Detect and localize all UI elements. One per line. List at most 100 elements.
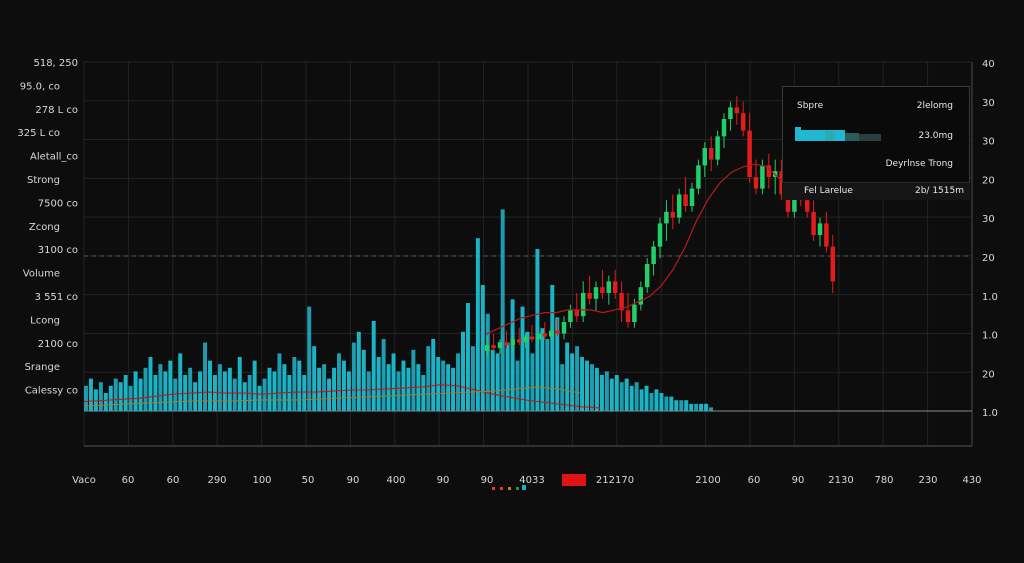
volume-bar	[644, 385, 649, 411]
right-axis-label: 1.0	[982, 331, 998, 342]
bottom-axis-label: Vaco	[72, 475, 96, 486]
volume-bar	[361, 349, 366, 411]
volume-bar	[277, 353, 282, 411]
bottom-axis-label: 60	[167, 475, 180, 486]
volume-bar	[356, 331, 361, 411]
info-footer-value: 2b/ 1515m	[914, 186, 964, 196]
volume-bar	[530, 353, 535, 411]
candle	[824, 211, 829, 253]
volume-bar	[341, 360, 346, 411]
candle	[651, 240, 656, 276]
bottom-axis-label: 60	[122, 475, 135, 486]
volume-bar	[510, 299, 515, 411]
volume-bar	[143, 367, 148, 411]
legend-marker-red-1	[492, 487, 495, 490]
volume-bar	[470, 346, 475, 411]
left-axis-label: Srange	[25, 362, 60, 373]
candle	[676, 188, 682, 224]
info-value-2: 23.0mg	[918, 131, 953, 141]
volume-bar	[332, 367, 336, 411]
candle	[625, 293, 631, 328]
left-axis-label: Calessy co	[25, 386, 78, 397]
volume-bar	[292, 357, 297, 411]
bottom-axis-label: 60	[748, 475, 761, 486]
volume-bar	[441, 360, 446, 411]
bottom-axis-label: 290	[207, 475, 226, 486]
left-axis-label: 3 551 co	[35, 292, 78, 303]
volume-bar	[475, 238, 480, 411]
volume-bar	[84, 385, 88, 411]
candle	[747, 113, 752, 183]
volume-bar	[451, 367, 456, 411]
volume-bar	[659, 393, 664, 411]
volume-bar	[495, 353, 500, 411]
right-axis-label: 1.0	[982, 408, 998, 419]
volume-bar	[461, 331, 465, 411]
volume-bar	[222, 371, 227, 411]
legend-marker-cyan	[522, 485, 526, 490]
volume-bar	[699, 403, 704, 411]
bottom-axis-label: 90	[437, 475, 450, 486]
volume-bar	[654, 389, 659, 411]
volume-bar	[237, 357, 242, 411]
volume-bar	[113, 378, 118, 411]
volume-bar	[153, 375, 158, 411]
left-axis-label: Strong	[27, 175, 60, 186]
volume-bar	[550, 285, 555, 411]
volume-bar	[302, 375, 307, 411]
volume-bar	[376, 357, 381, 411]
volume-bar	[426, 346, 431, 411]
candle	[734, 95, 740, 125]
candle	[587, 275, 592, 305]
volume-bar	[188, 367, 193, 411]
chart-stage: 518, 250 95.0, co 278 L co 325 L co Aletall_…	[0, 0, 1024, 559]
volume-bar	[282, 364, 287, 411]
bottom-axis-label: 4033	[519, 475, 544, 486]
volume-bar	[436, 357, 441, 411]
volume-bar	[619, 382, 624, 411]
volume-bars	[84, 209, 714, 411]
volume-bar	[108, 385, 113, 411]
volume-bar	[391, 353, 396, 411]
volume-bar	[118, 382, 123, 411]
volume-bar	[490, 349, 495, 411]
left-axis-label: Zcong	[29, 222, 60, 233]
volume-bar	[232, 378, 237, 411]
volume-bar	[684, 400, 689, 411]
volume-bar	[446, 364, 451, 411]
volume-bar	[624, 378, 629, 411]
volume-bar	[327, 378, 332, 411]
volume-bar	[396, 371, 401, 411]
bottom-axis-label: 430	[962, 475, 981, 486]
volume-bar	[704, 403, 709, 411]
info-mini-histogram	[795, 127, 883, 141]
left-axis-label: 518, 250	[33, 58, 78, 69]
candle	[574, 293, 580, 322]
bottom-axis-label: 90	[792, 475, 805, 486]
volume-bar	[599, 375, 604, 411]
candle	[728, 101, 733, 131]
bottom-axis-label: 90	[347, 475, 360, 486]
candle	[740, 101, 746, 137]
info-caption: Deyrlnse Trong	[885, 159, 953, 169]
volume-bar	[173, 378, 178, 411]
volume-bar	[540, 328, 545, 411]
left-axis-label: 95.0, co	[20, 81, 60, 92]
volume-bar	[158, 364, 163, 411]
right-axis-label: 20	[982, 369, 995, 380]
volume-bar	[138, 378, 143, 411]
volume-bar	[614, 375, 619, 411]
bottom-axis-label: 100	[252, 475, 271, 486]
candle	[689, 182, 695, 212]
candle	[664, 200, 669, 241]
legend-marker-orange	[508, 487, 511, 490]
volume-bar	[520, 306, 525, 411]
candle	[702, 142, 708, 177]
volume-bar	[386, 364, 391, 411]
right-axis-label: 20	[982, 175, 995, 186]
candle	[721, 113, 727, 148]
right-axis-label: 40	[982, 59, 995, 70]
price-moving-average-line	[485, 163, 791, 335]
candle	[760, 159, 765, 195]
volume-bar	[694, 403, 699, 411]
